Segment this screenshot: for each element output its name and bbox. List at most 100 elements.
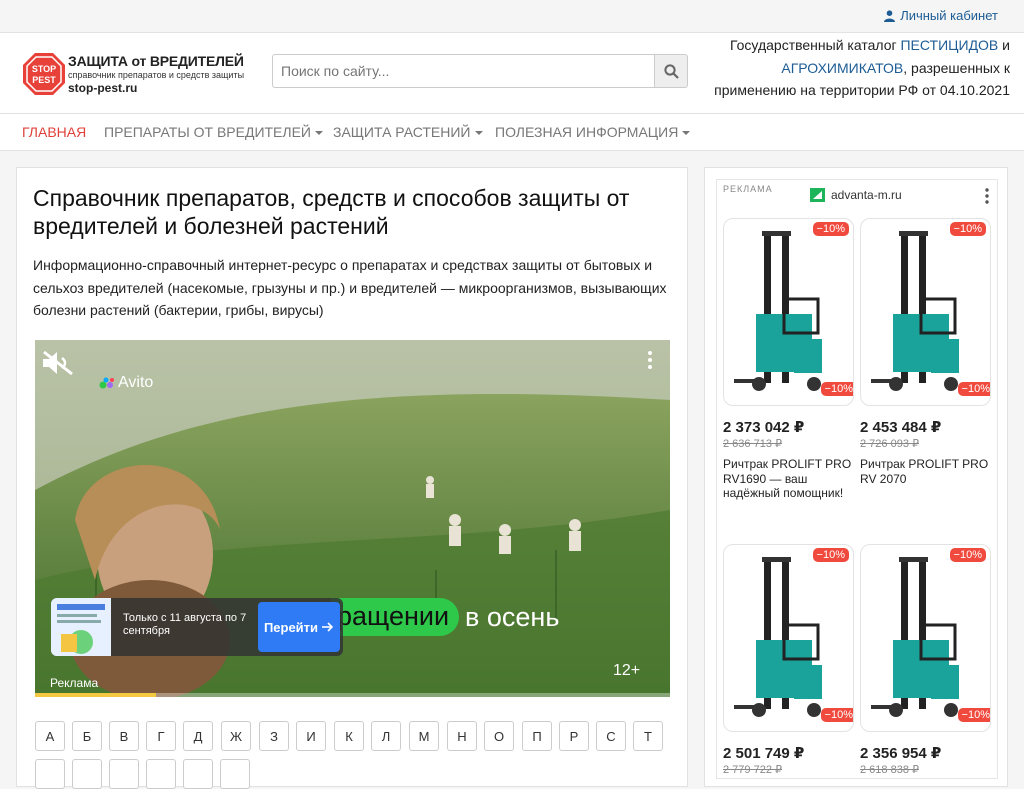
reach-truck-image [734,231,822,391]
discount-badge: −10% [812,548,849,562]
letter-link[interactable]: И [296,721,326,751]
video-headline-rest: в осень [465,602,560,632]
letter-link[interactable]: Р [559,721,589,751]
logo-badge-text-stop: STOP [32,64,56,74]
logo-subtitle: справочник препаратов и средств защиты [68,70,245,80]
letter-link[interactable]: Г [146,721,176,751]
logo-domain: stop-pest.ru [68,81,138,95]
letter-link[interactable] [72,759,102,789]
site-logo[interactable]: STOP PEST ЗАЩИТА от ВРЕДИТЕЛЕЙ справочни… [22,51,252,97]
pesticides-link[interactable]: ПЕСТИЦИДОВ [900,37,998,53]
sidebar: РЕКЛАМА advanta-m.ru −10% −10% 2 373 042… [704,167,1008,787]
site-header: STOP PEST ЗАЩИТА от ВРЕДИТЕЛЕЙ справочни… [0,33,1024,114]
advertiser-domain[interactable]: advanta-m.ru [810,188,902,202]
arrow-right-icon [322,622,334,632]
intro-text: Информационно-справочный интернет-ресурс… [33,257,667,318]
product-image: −10% −10% [723,218,854,406]
avito-brand-label: Avito [118,374,154,391]
promo-thumbnail-image [51,598,111,656]
reach-truck-image [871,231,959,391]
letter-link[interactable]: Ж [221,721,251,751]
product-old-price: 2 618 838 ₽ [860,764,919,776]
letter-link[interactable] [109,759,139,789]
video-headline: ращении в осень [331,598,559,636]
product-name: Ричтрак PROLIFT PRO RV1690 — ваш надёжны… [723,457,852,500]
discount-badge: −10% [949,548,986,562]
promo-text: Только с 11 августа по 7 сентября [123,612,247,637]
caret-down-icon [474,131,483,136]
letter-link[interactable]: С [596,721,626,751]
letter-link[interactable]: Н [447,721,477,751]
letter-link[interactable]: В [109,721,139,751]
nav-home[interactable]: ГЛАВНАЯ [22,124,86,140]
video-ad[interactable]: Avito ращении в осень Только с 11 август… [35,340,670,697]
stop-pest-logo-icon: STOP PEST [23,53,65,95]
personal-cabinet-label: Личный кабинет [900,8,998,23]
sidebar-ad[interactable]: РЕКЛАМА advanta-m.ru −10% −10% 2 373 042… [716,179,998,779]
letter-link[interactable]: Б [72,721,102,751]
product-price: 2 501 749 ₽ [723,745,805,762]
video-progress-fill [35,693,156,697]
main-nav: ГЛАВНАЯ ПРЕПАРАТЫ ОТ ВРЕДИТЕЛЕЙ ЗАЩИТА Р… [0,114,1024,151]
catalog-prefix: Государственный каталог [730,37,897,53]
promo-cta-button[interactable]: Перейти [258,602,340,652]
top-bar: Личный кабинет [0,0,1024,33]
muted-speaker-icon[interactable] [41,350,75,376]
product-image: −10% −10% [860,218,991,406]
letter-link[interactable] [146,759,176,789]
discount-badge-secondary: −10% [957,382,990,396]
letter-link[interactable]: Т [633,721,663,751]
ad-menu-icon[interactable] [985,188,989,204]
letter-link[interactable]: Д [183,721,213,751]
product-price: 2 373 042 ₽ [723,419,805,436]
discount-badge: −10% [812,222,849,236]
avito-logo-icon [99,377,114,389]
letter-link[interactable]: К [334,721,364,751]
user-icon [884,9,896,22]
product-image: −10% −10% [723,544,854,732]
letter-link[interactable] [220,759,250,789]
ad-label: Реклама [50,676,99,690]
promo-banner[interactable]: Только с 11 августа по 7 сентября Перейт… [51,598,343,656]
advertiser-domain-label: advanta-m.ru [831,188,902,202]
nav-pest-products-label: ПРЕПАРАТЫ ОТ ВРЕДИТЕЛЕЙ [104,124,311,140]
nav-pest-products[interactable]: ПРЕПАРАТЫ ОТ ВРЕДИТЕЛЕЙ [104,124,323,140]
search-input[interactable] [272,54,654,88]
video-menu-icon[interactable] [647,350,653,370]
product-old-price: 2 779 722 ₽ [723,764,782,776]
logo-title: ЗАЩИТА от ВРЕДИТЕЛЕЙ [68,53,244,69]
promo-cta-label: Перейти [263,619,319,635]
letter-link[interactable] [35,759,65,789]
letter-link[interactable]: Л [371,721,401,751]
nav-useful-info[interactable]: ПОЛЕЗНАЯ ИНФОРМАЦИЯ [495,124,691,140]
letter-link[interactable]: З [259,721,289,751]
agrochemicals-link[interactable]: АГРОХИМИКАТОВ [781,60,903,76]
nav-useful-info-label: ПОЛЕЗНАЯ ИНФОРМАЦИЯ [495,124,679,140]
personal-cabinet-link[interactable]: Личный кабинет [884,8,998,23]
product-old-price: 2 726 093 ₽ [860,438,919,450]
discount-badge-secondary: −10% [820,382,853,396]
letter-link[interactable] [183,759,213,789]
site-search [272,54,688,88]
sidebar-ad-label: РЕКЛАМА [723,184,773,194]
product-price: 2 453 484 ₽ [860,419,942,436]
discount-badge-secondary: −10% [820,708,853,722]
letter-link[interactable]: М [409,721,439,751]
promo-thumbnail [51,598,111,656]
discount-badge-secondary: −10% [957,708,990,722]
caret-down-icon [315,131,323,136]
letter-link[interactable]: А [35,721,65,751]
age-rating: 12+ [613,662,641,679]
catalog-conjunction: и [1002,37,1010,53]
caret-down-icon [682,131,691,136]
nav-plant-protection[interactable]: ЗАЩИТА РАСТЕНИЙ [333,124,483,140]
video-progress-track[interactable] [35,693,670,697]
product-name: Ричтрак PROLIFT PRO RV 2070 [860,457,989,486]
letter-link[interactable]: О [484,721,514,751]
discount-badge: −10% [949,222,986,236]
letter-link[interactable]: П [522,721,552,751]
product-old-price: 2 636 713 ₽ [723,438,782,450]
avito-brand: Avito [99,374,153,392]
reach-truck-image [871,557,959,717]
search-button[interactable] [654,54,688,88]
